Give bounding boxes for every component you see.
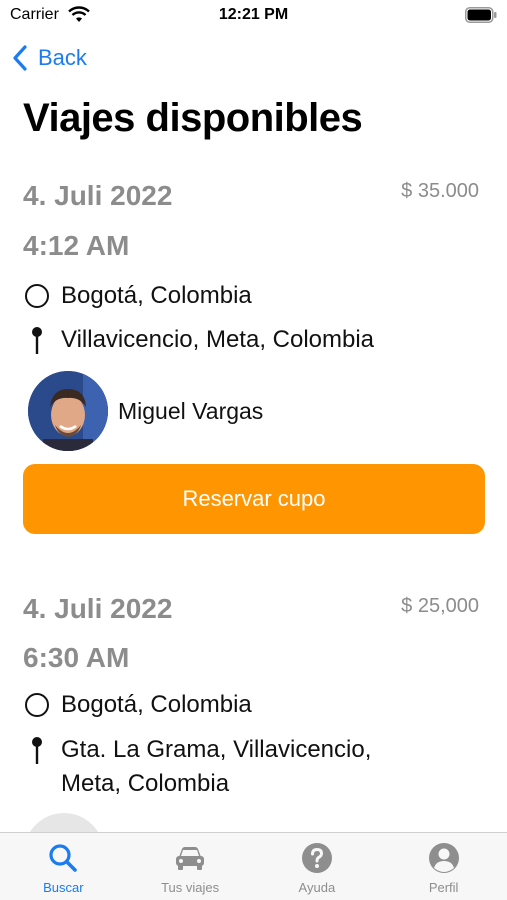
trip-origin: Bogotá, Colombia [23, 282, 252, 313]
avatar [28, 371, 108, 451]
help-icon [301, 843, 332, 873]
trip-origin: Bogotá, Colombia [23, 691, 252, 722]
tab-buscar[interactable]: Buscar [0, 833, 127, 900]
trip-price: $ 25,000 [401, 595, 479, 617]
tab-label: Tus viajes [161, 880, 220, 895]
origin-label: Bogotá, Colombia [61, 691, 252, 718]
destination-label: Gta. La Grama, Villavicencio, Meta, Colo… [61, 736, 372, 797]
driver-name: Miguel Vargas [118, 397, 264, 424]
status-time: 12:21 PM [218, 6, 289, 23]
pin-icon [23, 736, 51, 764]
tab-label: Buscar [43, 880, 84, 895]
trip-date: 4. Juli 2022 [23, 180, 173, 211]
trip-destination: Gta. La Grama, Villavicencio, Meta, Colo… [23, 736, 423, 801]
tab-ayuda[interactable]: Ayuda [254, 833, 381, 900]
origin-circle-icon [23, 282, 51, 310]
reserve-button[interactable]: Reservar cupo [23, 464, 485, 534]
origin-label: Bogotá, Colombia [61, 282, 252, 309]
tab-label: Ayuda [298, 880, 336, 895]
destination-label: Villavicencio, Meta, Colombia [61, 326, 375, 353]
battery-icon [465, 7, 497, 23]
tab-perfil[interactable]: Perfil [380, 833, 507, 900]
driver-info: Miguel Vargas [28, 371, 263, 451]
back-button[interactable]: Back [10, 42, 87, 74]
tab-label: Perfil [428, 880, 459, 895]
search-icon [49, 844, 78, 872]
pin-icon [23, 326, 51, 354]
chevron-left-icon [13, 45, 27, 71]
trip-time: 4:12 AM [23, 230, 130, 261]
trip-price: $ 35.000 [401, 180, 479, 202]
status-bar: Carrier 12:21 PM [0, 0, 507, 30]
tab-bar: Buscar Tus viajes Ayuda Perfil [0, 832, 507, 900]
back-label: Back [38, 45, 87, 70]
car-icon [176, 847, 205, 870]
page-title: Viajes disponibles [23, 96, 363, 140]
trip-destination: Villavicencio, Meta, Colombia [23, 326, 374, 357]
trip-time: 6:30 AM [23, 642, 130, 673]
origin-circle-icon [23, 691, 51, 719]
trip-date: 4. Juli 2022 [23, 593, 173, 624]
profile-icon [428, 843, 459, 873]
tab-tus-viajes[interactable]: Tus viajes [127, 833, 254, 900]
